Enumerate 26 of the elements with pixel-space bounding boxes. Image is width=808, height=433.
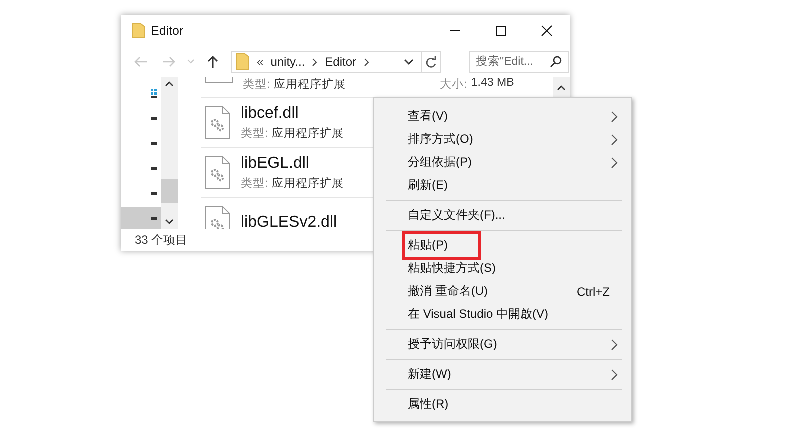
file-type: 应用程序扩展 (274, 77, 346, 92)
item-count: 33 个项目 (135, 232, 188, 248)
menu-item-label: 撤消 重命名(U) (408, 283, 489, 300)
file-name: libEGL.dll (241, 154, 310, 172)
menu-item-label: 粘贴快捷方式(S) (408, 260, 497, 277)
menu-item-label: 属性(R) (408, 396, 450, 413)
file-type-label: 类型: (243, 78, 270, 92)
file-type-label: 类型: (241, 176, 268, 190)
menu-item-label: 刷新(E) (408, 177, 449, 194)
shortcut-text: Ctrl+Z (577, 284, 610, 298)
file-type-label: 类型: (241, 126, 268, 140)
file-name: libGLESv2.dll (241, 214, 338, 229)
menu-item-label: 授予访问权限(G) (408, 336, 498, 353)
window-title: Editor (151, 24, 184, 38)
menu-item-label: 新建(W) (408, 366, 452, 383)
file-size-label: 大小: (440, 78, 468, 92)
file-size: 1.43 MB (471, 77, 514, 89)
menu-item-label: 粘贴(P) (405, 234, 478, 257)
file-type: 应用程序扩展 (272, 176, 344, 190)
menu-item-label: 排序方式(O) (408, 131, 474, 148)
menu-item-label: 分组依据(P) (408, 154, 473, 171)
menu-item-label: 在 Visual Studio 中開啟(V) (408, 306, 550, 323)
menu-item-label: 查看(V) (408, 108, 449, 125)
file-type: 应用程序扩展 (272, 126, 344, 140)
file-name: libcef.dll (241, 104, 300, 122)
menu-item-label: 自定义文件夹(F)... (408, 207, 506, 224)
